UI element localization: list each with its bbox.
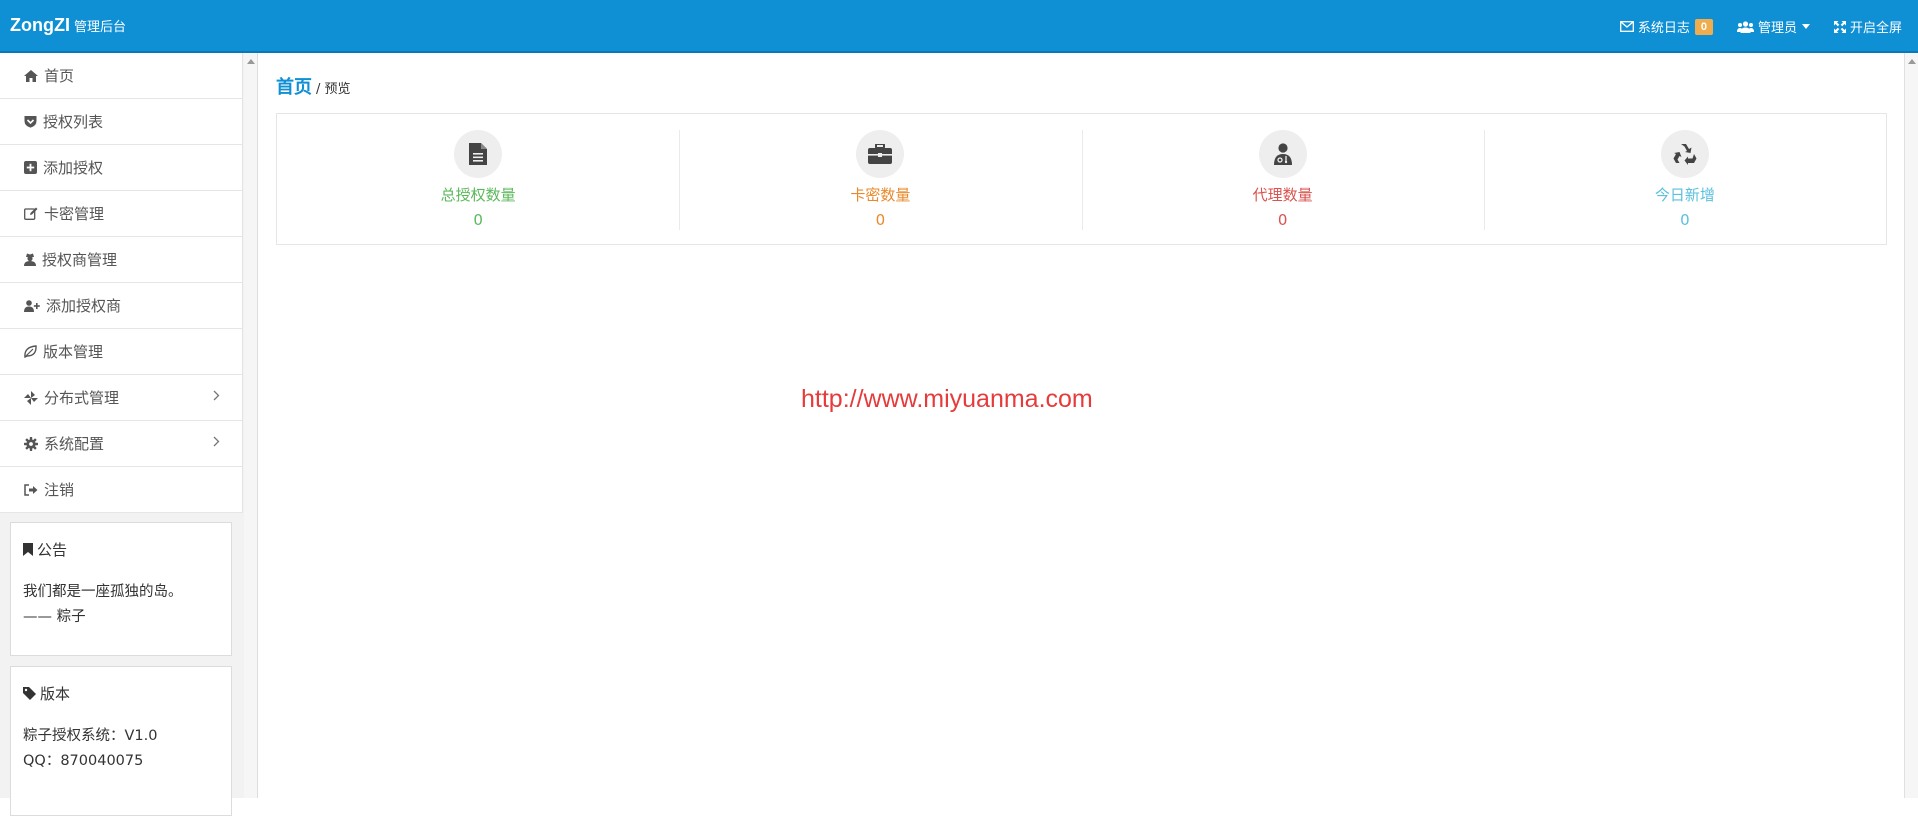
sidebar-item-reseller-management[interactable]: 授权商管理 bbox=[0, 237, 242, 283]
stat-value: 0 bbox=[875, 211, 886, 229]
stat-icon-circle bbox=[1660, 130, 1709, 178]
scroll-up-arrow-icon[interactable] bbox=[1908, 59, 1916, 64]
stat-label: 卡密数量 bbox=[850, 186, 911, 204]
sidebar-item-label: 注销 bbox=[44, 481, 75, 499]
sidebar-scrollbar[interactable] bbox=[244, 53, 258, 798]
user-md-icon bbox=[1273, 143, 1292, 165]
breadcrumb: 首页 / 预览 bbox=[276, 73, 351, 99]
sidebar-item-label: 添加授权 bbox=[43, 159, 104, 177]
user-secret-icon bbox=[24, 253, 36, 266]
file-icon bbox=[469, 143, 488, 165]
breadcrumb-current: / 预览 bbox=[316, 82, 351, 97]
brand-logo[interactable]: ZongZI 管理后台 bbox=[10, 15, 126, 36]
notice-line: 我们都是一座孤独的岛。 bbox=[23, 584, 183, 600]
stat-card-keys: 卡密数量 0 bbox=[679, 114, 1081, 244]
sidebar-item-add-license[interactable]: 添加授权 bbox=[0, 145, 242, 191]
pinwheel-icon bbox=[24, 390, 38, 405]
sidebar-item-label: 授权列表 bbox=[43, 113, 104, 131]
stat-total-licenses: 总授权数量 0 bbox=[277, 114, 679, 244]
sidebar-item-add-reseller[interactable]: 添加授权商 bbox=[0, 283, 242, 329]
sidebar-item-label: 首页 bbox=[44, 67, 75, 85]
stat-icon-circle bbox=[454, 130, 503, 178]
stats-panel: 总授权数量 0 卡密数量 0 代理数量 0 今日新增 0 bbox=[276, 113, 1887, 245]
sidebar-item-label: 授权商管理 bbox=[42, 251, 118, 269]
fullscreen-label: 开启全屏 bbox=[1849, 21, 1902, 36]
version-title: 版本 bbox=[23, 683, 219, 704]
stat-icon-circle bbox=[1258, 130, 1307, 178]
stat-agents: 代理数量 0 bbox=[1081, 114, 1484, 244]
sidebar-item-logout[interactable]: 注销 bbox=[0, 467, 242, 513]
stat-label: 总授权数量 bbox=[440, 186, 516, 204]
chevron-right-icon bbox=[213, 390, 220, 401]
edit-icon bbox=[24, 207, 38, 220]
plus-square-icon bbox=[24, 161, 37, 174]
brand-name: ZongZI bbox=[10, 15, 70, 35]
stat-value: 0 bbox=[1277, 211, 1288, 229]
top-right-nav: 系统日志 0 管理员 开启全屏 bbox=[1596, 0, 1902, 53]
top-navbar: ZongZI 管理后台 系统日志 0 管理员 开启全屏 bbox=[0, 0, 1918, 53]
version-panel: 版本 粽子授权系统：V1.0 QQ：870040075 bbox=[10, 666, 232, 816]
sidebar-item-label: 添加授权商 bbox=[46, 297, 122, 315]
notice-title: 公告 bbox=[23, 539, 219, 560]
sidebar-item-label: 卡密管理 bbox=[44, 205, 105, 223]
main-scrollbar[interactable] bbox=[1904, 53, 1918, 798]
sidebar-item-license-list[interactable]: 授权列表 bbox=[0, 99, 242, 145]
sidebar-item-home[interactable]: 首页 bbox=[0, 53, 242, 99]
brand-subtitle: 管理后台 bbox=[73, 19, 126, 34]
log-count-badge: 0 bbox=[1694, 18, 1713, 35]
briefcase-icon bbox=[868, 144, 893, 164]
admin-label: 管理员 bbox=[1757, 21, 1797, 36]
notice-panel: 公告 我们都是一座孤独的岛。 —— 粽子 bbox=[10, 522, 232, 656]
stat-label: 今日新增 bbox=[1654, 186, 1715, 204]
version-system: 粽子授权系统：V1.0 bbox=[23, 728, 158, 744]
sidebar-item-label: 版本管理 bbox=[43, 343, 104, 361]
breadcrumb-home[interactable]: 首页 bbox=[276, 73, 312, 99]
recycle-icon bbox=[1673, 144, 1697, 165]
expand-icon bbox=[1833, 20, 1846, 33]
watermark-text: http://www.miyuanma.com bbox=[801, 385, 1093, 413]
caret-down-icon bbox=[1801, 24, 1810, 29]
sidebar-menu: 首页 授权列表 添加授权 卡密管理 授权商管理 添加授权商 版本管理 分布式管理… bbox=[0, 53, 243, 513]
stat-icon-circle bbox=[856, 130, 905, 178]
stat-value: 0 bbox=[473, 211, 483, 229]
user-plus-icon bbox=[24, 299, 40, 312]
users-icon bbox=[1736, 20, 1754, 33]
stat-today-new: 今日新增 0 bbox=[1483, 114, 1886, 244]
stat-value: 0 bbox=[1680, 211, 1690, 229]
system-log-label: 系统日志 bbox=[1637, 21, 1690, 36]
sidebar-item-card-key[interactable]: 卡密管理 bbox=[0, 191, 242, 237]
notice-author: —— 粽子 bbox=[23, 609, 86, 625]
scroll-up-arrow-icon[interactable] bbox=[247, 59, 255, 64]
main-content: 首页 / 预览 总授权数量 0 卡密数量 0 代理数量 0 今日新增 0 htt… bbox=[259, 53, 1906, 798]
home-icon bbox=[24, 69, 38, 82]
stat-label: 代理数量 bbox=[1252, 186, 1313, 204]
bookmark-icon bbox=[23, 543, 33, 556]
gear-icon bbox=[24, 436, 38, 451]
sidebar-item-label: 分布式管理 bbox=[44, 389, 120, 407]
sidebar-item-label: 系统配置 bbox=[44, 435, 105, 453]
sign-out-icon bbox=[24, 483, 38, 496]
version-qq: QQ：870040075 bbox=[23, 753, 144, 769]
fullscreen-button[interactable]: 开启全屏 bbox=[1833, 17, 1902, 36]
tag-icon bbox=[23, 687, 36, 700]
sidebar: 首页 授权列表 添加授权 卡密管理 授权商管理 添加授权商 版本管理 分布式管理… bbox=[0, 53, 244, 816]
system-log-button[interactable]: 系统日志 0 bbox=[1619, 17, 1713, 36]
admin-menu-dropdown[interactable]: 管理员 bbox=[1736, 17, 1810, 36]
version-title-text: 版本 bbox=[40, 685, 71, 703]
shield-icon bbox=[24, 116, 37, 128]
leaf-icon bbox=[24, 345, 37, 358]
chevron-right-icon bbox=[213, 436, 220, 447]
sidebar-item-distributed-management[interactable]: 分布式管理 bbox=[0, 375, 242, 421]
sidebar-item-version-management[interactable]: 版本管理 bbox=[0, 329, 242, 375]
sidebar-item-system-config[interactable]: 系统配置 bbox=[0, 421, 242, 467]
envelope-icon bbox=[1619, 21, 1634, 32]
notice-title-text: 公告 bbox=[37, 541, 68, 559]
